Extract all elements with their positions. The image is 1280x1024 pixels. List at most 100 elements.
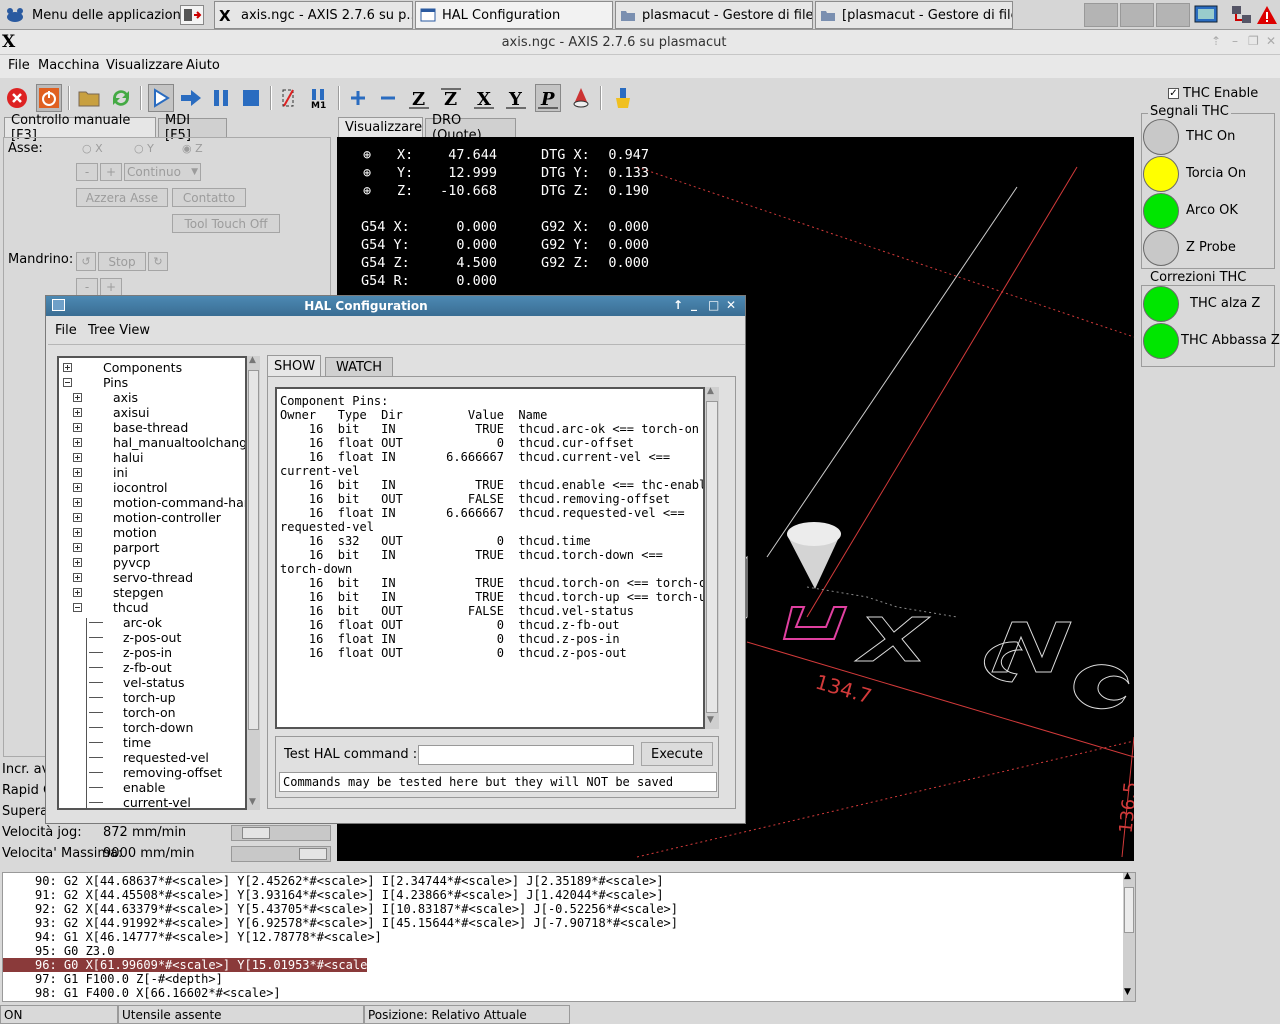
max-speed-slider[interactable] — [231, 846, 331, 862]
warning-icon[interactable] — [1256, 4, 1278, 26]
hal-menu-treeview[interactable]: Tree View — [88, 323, 150, 338]
hal-tab-show[interactable]: SHOW — [267, 355, 321, 377]
scroll-up-icon[interactable]: ▲ — [1124, 871, 1131, 881]
tree-node[interactable]: axis — [59, 390, 245, 405]
expand-icon[interactable] — [73, 438, 82, 447]
show-scroll-thumb[interactable] — [706, 401, 718, 713]
view-y-button[interactable]: Y — [503, 84, 529, 112]
tree-node[interactable]: current-vel — [59, 795, 245, 808]
tree-node[interactable]: motion-command-handler — [59, 495, 245, 510]
spindle-stop-button[interactable]: Stop — [98, 252, 146, 271]
jog-minus-button[interactable]: - — [76, 163, 98, 181]
expand-icon[interactable] — [73, 543, 82, 552]
gcode-line[interactable]: 91: G2 X[44.45508*#<scale>] Y[3.93164*#<… — [3, 888, 1121, 902]
stop-program-button[interactable] — [238, 84, 264, 112]
tree-node[interactable]: axisui — [59, 405, 245, 420]
estop-button[interactable] — [4, 84, 30, 112]
machine-power-button[interactable] — [36, 84, 62, 112]
step-button[interactable] — [178, 84, 204, 112]
hal-close-icon[interactable]: ✕ — [726, 298, 736, 312]
task-filemanager-1[interactable]: plasmacut - Gestore di file — [615, 1, 813, 29]
tree-node[interactable]: Components — [59, 360, 245, 375]
gcode-line[interactable]: 96: G0 X[61.99609*#<scale>] Y[15.01953*#… — [3, 958, 382, 972]
gcode-line[interactable]: 97: G1 F100.0 Z[-#<depth>] — [3, 972, 1121, 986]
titlebar-up-icon[interactable]: ⇡ — [1211, 34, 1221, 48]
gcode-line[interactable]: 90: G2 X[44.68637*#<scale>] Y[2.45262*#<… — [3, 874, 1121, 888]
tree-node[interactable]: pyvcp — [59, 555, 245, 570]
tree-node[interactable]: base-thread — [59, 420, 245, 435]
task-filemanager-2[interactable]: [plasmacut - Gestore di file] — [815, 1, 1013, 29]
gcode-line[interactable]: 92: G2 X[44.63379*#<scale>] Y[5.43705*#<… — [3, 902, 1121, 916]
tab-mdi[interactable]: MDI [F5] — [158, 113, 227, 143]
tree-scroll-up-icon[interactable]: ▲ — [249, 355, 256, 365]
show-desktop-icon[interactable] — [180, 5, 204, 25]
tree-node[interactable]: motion-controller — [59, 510, 245, 525]
gcode-listing[interactable]: 90: G2 X[44.68637*#<scale>] Y[2.45262*#<… — [2, 871, 1136, 1002]
view-p-button[interactable]: P — [535, 84, 561, 112]
hal-tab-watch[interactable]: WATCH — [325, 357, 393, 377]
task-hal[interactable]: HAL Configuration — [415, 1, 613, 29]
task-axis[interactable]: X axis.ngc - AXIS 2.7.6 su p... — [214, 1, 413, 29]
tree-scrollbar[interactable]: ▲ ▼ — [247, 355, 260, 810]
tree-node[interactable]: z-fb-out — [59, 660, 245, 675]
expand-icon[interactable] — [73, 513, 82, 522]
tree-node[interactable]: removing-offset — [59, 765, 245, 780]
tab-visualizzare[interactable]: Visualizzare — [338, 117, 423, 137]
expand-icon[interactable] — [73, 393, 82, 402]
gcode-line[interactable]: 98: G1 F400.0 X[66.16602*#<scale>] — [3, 986, 1121, 1000]
expand-icon[interactable] — [73, 423, 82, 432]
hal-show-text[interactable]: Component Pins: Owner Type Dir Value Nam… — [275, 387, 705, 729]
gcode-scrollbar[interactable]: ▲ ▼ — [1123, 871, 1135, 1001]
test-hal-input[interactable] — [418, 745, 634, 765]
expand-icon[interactable] — [73, 483, 82, 492]
hal-titlebar[interactable]: HAL Configuration ↑ _ □ ✕ — [46, 296, 745, 316]
tree-node[interactable]: z-pos-in — [59, 645, 245, 660]
expand-icon[interactable] — [73, 528, 82, 537]
workspace-1[interactable] — [1084, 3, 1118, 27]
tree-node[interactable]: Pins — [59, 375, 245, 390]
clear-backplot-button[interactable] — [610, 84, 636, 112]
rotate-view-button[interactable] — [568, 84, 594, 112]
expand-icon[interactable] — [73, 498, 82, 507]
jog-speed-slider[interactable] — [231, 825, 331, 841]
workspace-2[interactable] — [1120, 3, 1154, 27]
close-window-icon[interactable]: ✕ — [1266, 34, 1276, 48]
maximize-icon[interactable]: ❐ — [1248, 34, 1259, 48]
tree-node[interactable]: hal_manualtoolchange — [59, 435, 245, 450]
gcode-line[interactable]: 94: G1 X[46.14777*#<scale>] Y[12.78778*#… — [3, 930, 1121, 944]
gcode-line[interactable]: 93: G2 X[44.91992*#<scale>] Y[6.92578*#<… — [3, 916, 1121, 930]
menu-aiuto[interactable]: Aiuto — [186, 58, 220, 73]
hal-tree[interactable]: Components Pins axis axisui base-thread hal_m… — [57, 356, 247, 810]
show-scroll-up-icon[interactable]: ▲ — [707, 386, 714, 396]
tab-dro[interactable]: DRO (Quote) — [425, 113, 516, 143]
spindle-minus-button[interactable]: - — [76, 278, 98, 296]
expand-icon[interactable] — [73, 468, 82, 477]
view-z2-button[interactable]: Z — [438, 84, 464, 112]
expand-icon[interactable] — [73, 588, 82, 597]
thc-enable-checkbox[interactable]: ✓ THC Enable — [1168, 86, 1258, 101]
menu-visualizzare[interactable]: Visualizzare — [106, 58, 183, 73]
jog-plus-button[interactable]: + — [100, 163, 122, 181]
tree-node[interactable]: requested-vel — [59, 750, 245, 765]
radio-z[interactable]: ◉ Z — [182, 142, 203, 155]
monitor-icon[interactable] — [1193, 4, 1223, 26]
block-delete-button[interactable] — [276, 84, 302, 112]
tree-scroll-down-icon[interactable]: ▼ — [249, 797, 256, 807]
jog-speed-slider-thumb[interactable] — [242, 827, 271, 839]
expand-icon[interactable] — [73, 573, 82, 582]
tree-node[interactable]: parport — [59, 540, 245, 555]
scroll-down-icon[interactable]: ▼ — [1124, 987, 1131, 997]
view-x-button[interactable]: X — [471, 84, 497, 112]
hal-up-icon[interactable]: ↑ — [673, 298, 683, 312]
spindle-reverse-button[interactable]: ↺ — [76, 252, 96, 271]
execute-button[interactable]: Execute — [641, 742, 713, 766]
jog-increment-select[interactable]: Continuo ▼ — [124, 163, 201, 181]
menu-file[interactable]: File — [8, 58, 30, 73]
collapse-icon[interactable] — [63, 378, 72, 387]
radio-y[interactable]: ○ Y — [134, 142, 154, 155]
tree-node[interactable]: enable — [59, 780, 245, 795]
menu-macchina[interactable]: Macchina — [38, 58, 100, 73]
tree-node[interactable]: vel-status — [59, 675, 245, 690]
collapse-icon[interactable] — [73, 603, 82, 612]
tree-node[interactable]: ini — [59, 465, 245, 480]
